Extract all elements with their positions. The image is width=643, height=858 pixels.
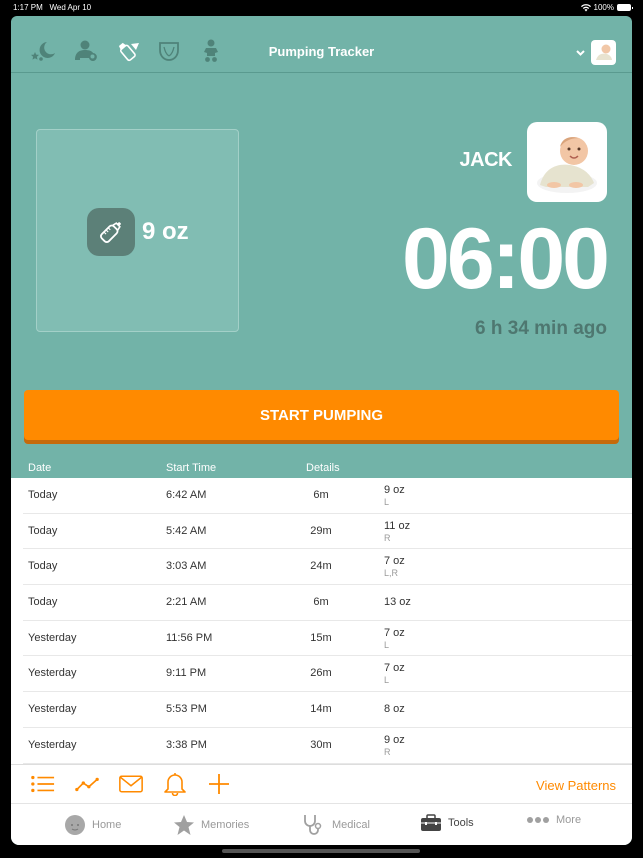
time-ago: 6 h 34 min ago <box>475 318 607 339</box>
row-start-time: 2:21 AM <box>166 596 207 609</box>
row-side: L <box>384 675 390 686</box>
table-row[interactable]: Today 3:03 AM 24m 7 oz L,R <box>23 549 632 586</box>
row-date: Today <box>28 560 58 573</box>
table-row[interactable]: Today 5:42 AM 29m 11 oz R <box>23 514 632 550</box>
row-duration: 26m <box>310 667 332 680</box>
page-title: Pumping Tracker <box>268 44 375 59</box>
row-amount: 7 oz <box>384 662 405 675</box>
tab-medical[interactable]: Medical <box>302 814 370 836</box>
row-date: Today <box>28 596 58 609</box>
table-row[interactable]: Today 2:21 AM 6m 13 oz <box>23 585 632 621</box>
row-duration: 6m <box>313 489 329 501</box>
battery-percent: 100% <box>593 3 614 12</box>
row-side: L <box>384 497 390 507</box>
navbar: Pumping Tracker <box>11 16 632 73</box>
row-amount: 9 oz <box>384 733 405 746</box>
table-row[interactable]: Yesterday 9:11 PM 26m 7 oz L <box>23 656 632 693</box>
table-row[interactable]: Yesterday 5:53 PM 14m 8 oz <box>23 692 632 728</box>
star-icon <box>174 815 194 835</box>
row-side: L <box>384 639 390 650</box>
status-bar: 1:17 PM Wed Apr 10 100% <box>0 0 643 16</box>
add-icon[interactable] <box>207 773 231 795</box>
table-row[interactable]: Yesterday 11:56 PM 15m 7 oz L <box>23 621 632 657</box>
elapsed-timer: 06:00 <box>402 211 610 307</box>
last-amount-card[interactable]: 9 oz <box>36 129 239 332</box>
tab-memories-label: Memories <box>201 819 250 831</box>
row-amount: 7 oz <box>384 626 405 639</box>
row-duration: 30m <box>310 738 332 751</box>
header-details: Details <box>306 462 340 474</box>
home-indicator[interactable] <box>222 849 420 853</box>
amount-value: 9 oz <box>142 218 189 245</box>
row-amount: 13 oz <box>384 596 411 609</box>
child-avatar-small[interactable] <box>591 40 616 65</box>
row-date: Today <box>28 524 58 537</box>
status-right: 100% <box>580 3 633 12</box>
row-date: Yesterday <box>28 667 77 680</box>
tab-medical-label: Medical <box>332 819 370 831</box>
chart-icon[interactable] <box>75 773 99 795</box>
tab-more-label: More <box>556 814 582 826</box>
table-header: Date Start Time Details <box>11 457 632 478</box>
row-duration: 15m <box>310 631 332 644</box>
battery-icon <box>617 4 633 11</box>
row-start-time: 5:42 AM <box>166 524 207 537</box>
toolbox-icon <box>421 814 441 831</box>
start-pumping-button[interactable]: START PUMPING <box>24 390 619 440</box>
last-amount: 9 oz <box>87 208 189 256</box>
tab-bar: Home Memories Medical Tools More <box>11 804 632 845</box>
child-name: JACK <box>459 149 513 171</box>
tab-home-label: Home <box>92 819 122 831</box>
row-side: R <box>384 746 391 757</box>
row-amount: 7 oz <box>384 555 405 568</box>
app-window: Pumping Tracker 9 oz JACK 06:00 6 h 34 m… <box>11 16 632 845</box>
row-duration: 14m <box>310 703 332 716</box>
row-start-time: 11:56 PM <box>166 631 213 644</box>
child-photo[interactable] <box>527 122 607 202</box>
tab-home[interactable]: Home <box>64 814 121 836</box>
view-patterns-link[interactable]: View Patterns <box>536 778 616 793</box>
row-date: Today <box>28 489 58 501</box>
mail-icon[interactable] <box>119 773 143 795</box>
bell-icon[interactable] <box>163 773 187 796</box>
row-duration: 24m <box>310 560 332 573</box>
child-switcher[interactable] <box>576 40 616 65</box>
wifi-icon <box>580 3 591 11</box>
tab-more[interactable]: More <box>526 814 581 826</box>
row-amount: 9 oz <box>384 484 405 496</box>
row-start-time: 5:53 PM <box>166 703 207 716</box>
bottle-icon <box>87 208 135 256</box>
row-start-time: 6:42 AM <box>166 489 207 501</box>
status-date: Wed Apr 10 <box>49 3 92 12</box>
header-start-time: Start Time <box>166 462 217 474</box>
row-amount: 11 oz <box>384 519 411 532</box>
status-time-date: 1:17 PM Wed Apr 10 <box>13 3 91 12</box>
row-start-time: 9:11 PM <box>166 667 207 680</box>
tab-memories[interactable]: Memories <box>173 814 249 836</box>
bottom-toolbar: View Patterns <box>11 764 632 804</box>
row-date: Yesterday <box>28 703 77 716</box>
row-start-time: 3:03 AM <box>166 560 207 573</box>
row-duration: 6m <box>313 596 329 609</box>
row-amount: 8 oz <box>384 703 405 716</box>
row-start-time: 3:38 PM <box>166 738 207 751</box>
toolbar-icons <box>31 773 231 796</box>
list-icon[interactable] <box>31 773 55 795</box>
table-row[interactable]: Yesterday 3:38 PM 30m 9 oz R <box>23 728 632 764</box>
session-list: Today 6:42 AM 6m 9 oz L Today 5:42 AM 29m 11 oz R… <box>11 478 632 764</box>
tab-tools[interactable]: Tools <box>420 814 474 832</box>
tab-tools-label: Tools <box>448 817 474 829</box>
row-date: Yesterday <box>28 631 77 644</box>
more-dots-icon <box>527 817 549 823</box>
status-time: 1:17 PM <box>13 3 43 12</box>
header-date: Date <box>28 462 52 474</box>
row-duration: 29m <box>310 524 332 537</box>
row-date: Yesterday <box>28 738 77 751</box>
row-side: L,R <box>384 568 399 579</box>
table-row[interactable]: Today 6:42 AM 6m 9 oz L <box>23 478 632 514</box>
home-baby-icon <box>65 815 85 835</box>
stethoscope-icon <box>304 815 322 835</box>
row-side: R <box>384 532 391 543</box>
chevron-down-icon[interactable] <box>576 49 585 56</box>
